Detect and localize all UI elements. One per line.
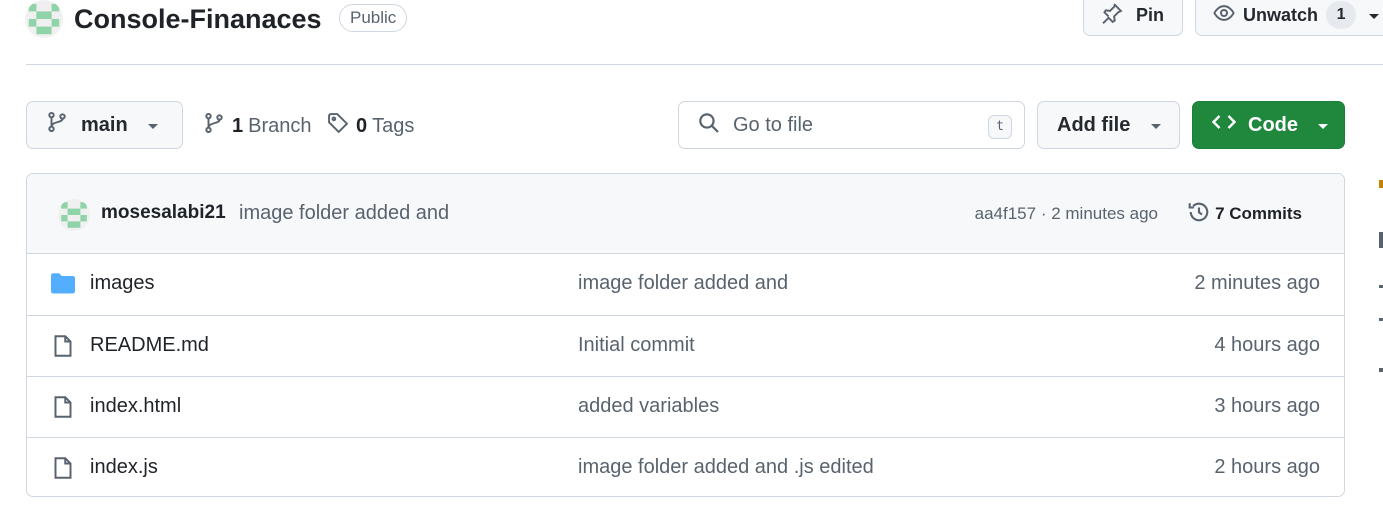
unwatch-label: Unwatch — [1243, 4, 1319, 25]
unwatch-button[interactable]: Unwatch 1 — [1195, 0, 1383, 36]
file-name[interactable]: index.js — [90, 456, 158, 479]
keyboard-shortcut-hint: t — [988, 115, 1012, 139]
chevron-down-icon — [147, 114, 159, 137]
file-commit-message[interactable]: image folder added and .js edited — [578, 456, 874, 479]
file-table: mosesalabi21 image folder added and aa4f… — [26, 173, 1345, 497]
author-avatar[interactable] — [58, 199, 90, 231]
table-row[interactable]: images image folder added and 2 minutes … — [27, 254, 1344, 315]
search-icon — [698, 112, 720, 139]
chevron-down-icon — [1150, 114, 1162, 137]
tag-count: 0 — [356, 114, 368, 137]
file-commit-message[interactable]: Initial commit — [578, 334, 695, 357]
sidebar-fragment — [1379, 232, 1383, 248]
sidebar-fragment — [1379, 285, 1383, 288]
table-row[interactable]: index.js image folder added and .js edit… — [27, 437, 1344, 496]
pin-label: Pin — [1136, 4, 1165, 25]
code-icon — [1211, 112, 1237, 138]
commits-count: 7 Commits — [1215, 204, 1302, 223]
pin-icon — [1101, 2, 1123, 29]
tags-link[interactable]: 0 Tags — [327, 112, 414, 140]
git-branch-icon — [46, 111, 68, 139]
commit-author[interactable]: mosesalabi21 — [101, 202, 226, 224]
file-icon — [51, 334, 75, 363]
code-button[interactable]: Code — [1192, 101, 1345, 149]
branches-link[interactable]: 1 Branch — [203, 112, 312, 140]
pin-button[interactable]: Pin — [1083, 0, 1183, 36]
sidebar-fragment — [1379, 318, 1383, 321]
file-name[interactable]: images — [90, 272, 154, 295]
branch-word: Branch — [248, 114, 312, 137]
history-icon — [1187, 200, 1211, 229]
file-commit-time: 2 hours ago — [1214, 456, 1320, 478]
chevron-down-icon — [1317, 114, 1329, 137]
tag-icon — [327, 112, 349, 140]
file-commit-time: 4 hours ago — [1214, 334, 1320, 356]
file-commit-message[interactable]: added variables — [578, 395, 719, 418]
tag-word: Tags — [372, 114, 415, 137]
table-row[interactable]: index.html added variables 3 hours ago — [27, 376, 1344, 437]
go-to-file-search[interactable]: t — [678, 101, 1025, 149]
latest-commit-bar: mosesalabi21 image folder added and aa4f… — [27, 174, 1344, 254]
git-branch-icon — [203, 112, 225, 140]
file-commit-time: 3 hours ago — [1214, 395, 1320, 417]
file-icon — [51, 456, 75, 485]
add-file-label: Add file — [1057, 113, 1131, 136]
visibility-badge: Public — [339, 4, 408, 32]
watch-count: 1 — [1326, 1, 1357, 29]
add-file-button[interactable]: Add file — [1037, 101, 1180, 149]
sidebar-fragment — [1379, 180, 1383, 188]
commit-message[interactable]: image folder added and — [239, 202, 449, 225]
table-row[interactable]: README.md Initial commit 4 hours ago — [27, 315, 1344, 376]
branch-name: main — [81, 113, 128, 136]
commits-link[interactable]: 7 Commits — [1187, 200, 1302, 228]
file-commit-message[interactable]: image folder added and — [578, 272, 788, 295]
header-divider — [26, 64, 1383, 65]
repo-name[interactable]: Console-Finanaces — [74, 2, 322, 36]
file-icon — [51, 395, 75, 424]
file-name[interactable]: README.md — [90, 334, 209, 357]
commit-hash-time[interactable]: aa4f157 · 2 minutes ago — [975, 204, 1158, 224]
code-label: Code — [1248, 113, 1298, 136]
eye-icon — [1213, 2, 1235, 29]
search-input[interactable] — [733, 113, 973, 137]
branch-count: 1 — [232, 114, 244, 137]
folder-icon — [51, 272, 75, 299]
branch-selector[interactable]: main — [26, 101, 183, 149]
owner-avatar[interactable] — [25, 0, 63, 38]
sidebar-fragment — [1379, 368, 1383, 372]
chevron-down-icon[interactable] — [1368, 5, 1380, 26]
file-commit-time: 2 minutes ago — [1194, 272, 1320, 294]
file-name[interactable]: index.html — [90, 395, 181, 418]
